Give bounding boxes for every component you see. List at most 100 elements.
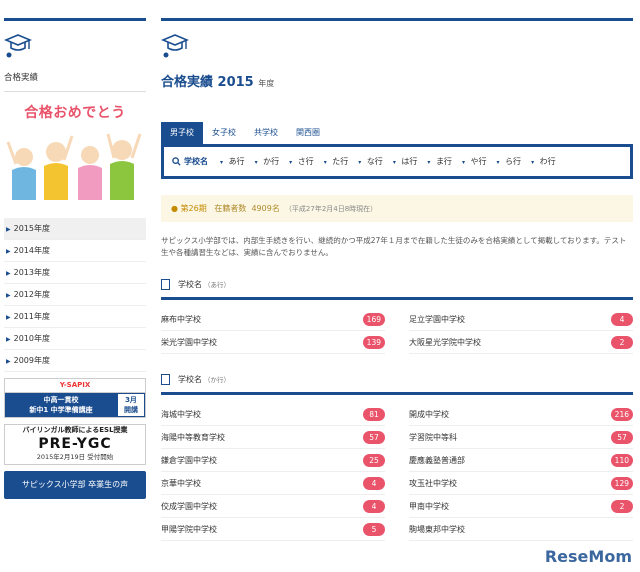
section-header: 学校名 （あ行） bbox=[161, 277, 633, 300]
kana-filter-wa[interactable]: ▾ わ行 bbox=[531, 156, 556, 167]
sidebar: 合格実績 合格おめでとう ▶ 2015年度 ▶ 2014年度 ▶ 2013年度 ▶ 20… bbox=[3, 21, 146, 499]
kana-filter-ka[interactable]: ▾ か行 bbox=[255, 156, 280, 167]
year-label: 2010年度 bbox=[13, 334, 50, 343]
school-name: 甲陽学院中学校 bbox=[161, 524, 217, 534]
school-row[interactable]: 開成中学校 216 bbox=[409, 403, 633, 426]
school-name: 佼成学園中学校 bbox=[161, 501, 217, 511]
ysapix-ad[interactable]: Y-SAPIX 中高一貫校 新中1 中学準備講座 3月 開講 bbox=[4, 378, 146, 418]
pass-count-badge: 4 bbox=[363, 499, 385, 513]
kana-label: ま行 bbox=[435, 157, 452, 166]
kana-label: ら行 bbox=[505, 157, 522, 166]
school-column-left: 麻布中学校 169 栄光学園中学校 139 bbox=[161, 308, 385, 354]
congratulations-banner[interactable]: 合格おめでとう bbox=[4, 102, 146, 212]
pass-count-badge: 4 bbox=[363, 476, 385, 490]
year-item-2014[interactable]: ▶ 2014年度 bbox=[4, 240, 146, 262]
banner-text: 合格おめでとう bbox=[24, 105, 126, 121]
chevron-down-icon: ▾ bbox=[392, 159, 396, 166]
kana-filter-ta[interactable]: ▾ た行 bbox=[324, 156, 349, 167]
school-grid: 海城中学校 81 海陽中等教育学校 57 鎌倉学園中学校 25 京華中学校 4 佼成学園中学校 4… bbox=[161, 403, 633, 541]
ad-line1: 中高一貫校 bbox=[43, 396, 79, 404]
tab-coed[interactable]: 共学校 bbox=[245, 122, 287, 144]
school-row[interactable]: 麻布中学校 169 bbox=[161, 308, 385, 331]
pre-ygc-ad[interactable]: バイリンガル教師によるESL授業 PRE-YGC 2015年2月19日 受付開始 bbox=[4, 424, 146, 465]
year-item-2012[interactable]: ▶ 2012年度 bbox=[4, 284, 146, 306]
chevron-down-icon: ▾ bbox=[531, 159, 535, 166]
search-label: 学校名 bbox=[172, 156, 208, 167]
year-item-2013[interactable]: ▶ 2013年度 bbox=[4, 262, 146, 284]
kana-label: さ行 bbox=[297, 157, 314, 166]
graduate-voices-button[interactable]: サピックス小学部 卒業生の声 bbox=[4, 471, 146, 499]
school-row[interactable]: 海城中学校 81 bbox=[161, 403, 385, 426]
school-name: 開成中学校 bbox=[409, 409, 449, 419]
ad2-logo: PRE-YGC bbox=[38, 436, 112, 452]
year-item-2010[interactable]: ▶ 2010年度 bbox=[4, 328, 146, 350]
section-header: 学校名 （か行） bbox=[161, 372, 633, 395]
pass-count-badge: 139 bbox=[362, 335, 385, 349]
year-label: 2009年度 bbox=[13, 356, 50, 365]
resemom-watermark: ReseMom bbox=[545, 547, 632, 566]
triangle-right-icon: ▶ bbox=[6, 336, 11, 343]
chevron-down-icon: ▾ bbox=[220, 159, 224, 166]
ad-badge-open: 開講 bbox=[124, 406, 138, 414]
triangle-right-icon: ▶ bbox=[6, 270, 11, 277]
school-name: 慶應義塾普通部 bbox=[409, 455, 465, 465]
school-row[interactable]: 佼成学園中学校 4 bbox=[161, 495, 385, 518]
sidebar-header: 合格実績 bbox=[3, 21, 146, 92]
year-item-2009[interactable]: ▶ 2009年度 bbox=[4, 350, 146, 372]
school-row[interactable]: 大阪星光学院中学校 2 bbox=[409, 331, 633, 354]
section-title: 学校名 bbox=[178, 279, 202, 289]
ad2-line1: バイリンガル教師によるESL授業 bbox=[22, 426, 128, 434]
school-name: 大阪星光学院中学校 bbox=[409, 337, 481, 347]
kana-filter-ya[interactable]: ▾ や行 bbox=[462, 156, 487, 167]
pass-count-badge: 57 bbox=[363, 430, 385, 444]
kana-filter-ra[interactable]: ▾ ら行 bbox=[497, 156, 522, 167]
section-subtitle: （あ行） bbox=[204, 281, 230, 289]
kana-label: わ行 bbox=[539, 157, 556, 166]
triangle-right-icon: ▶ bbox=[6, 248, 11, 255]
kana-filter-ma[interactable]: ▾ ま行 bbox=[427, 156, 452, 167]
school-name: 麻布中学校 bbox=[161, 314, 201, 324]
kana-filter-a[interactable]: ▾ あ行 bbox=[220, 156, 245, 167]
chevron-down-icon: ▾ bbox=[427, 159, 431, 166]
school-row[interactable]: 海陽中等教育学校 57 bbox=[161, 426, 385, 449]
school-row[interactable]: 学習院中等科 57 bbox=[409, 426, 633, 449]
description-text: サピックス小学部では、内部生手続きを行い、継続的かつ平成27年１月まで在籍した生… bbox=[161, 236, 627, 257]
tab-boys[interactable]: 男子校 bbox=[161, 122, 203, 144]
year-item-2011[interactable]: ▶ 2011年度 bbox=[4, 306, 146, 328]
search-label-text: 学校名 bbox=[184, 157, 208, 166]
search-icon bbox=[172, 157, 181, 166]
school-row[interactable]: 駒場東邦中学校 bbox=[409, 518, 633, 541]
school-row[interactable]: 甲陽学院中学校 5 bbox=[161, 518, 385, 541]
tab-kansai[interactable]: 関西圏 bbox=[287, 122, 329, 144]
year-label: 2015年度 bbox=[13, 224, 50, 233]
page-title-text: 合格実績 bbox=[161, 75, 214, 90]
kana-filter-ha[interactable]: ▾ は行 bbox=[393, 156, 418, 167]
school-row[interactable]: 慶應義塾普通部 110 bbox=[409, 449, 633, 472]
school-name: 京華中学校 bbox=[161, 478, 201, 488]
kana-filter-na[interactable]: ▾ な行 bbox=[358, 156, 383, 167]
pass-count-badge: 2 bbox=[611, 335, 633, 349]
school-row[interactable]: 足立学園中学校 4 bbox=[409, 308, 633, 331]
kana-filter-sa[interactable]: ▾ さ行 bbox=[289, 156, 314, 167]
school-grid: 麻布中学校 169 栄光学園中学校 139 足立学園中学校 4 大阪星光学院中学校 2 bbox=[161, 308, 633, 354]
main-header: 合格実績 2015 年度 bbox=[160, 21, 633, 90]
school-row[interactable]: 栄光学園中学校 139 bbox=[161, 331, 385, 354]
school-row[interactable]: 京華中学校 4 bbox=[161, 472, 385, 495]
chevron-down-icon: ▾ bbox=[496, 159, 500, 166]
ad-badge: 3月 開講 bbox=[117, 393, 145, 417]
school-row[interactable]: 鎌倉学園中学校 25 bbox=[161, 449, 385, 472]
year-item-2015[interactable]: ▶ 2015年度 bbox=[4, 218, 146, 240]
pass-count-badge: 110 bbox=[610, 453, 633, 467]
book-icon bbox=[161, 373, 170, 385]
tab-girls[interactable]: 女子校 bbox=[203, 122, 245, 144]
watermark-text: ReseMom bbox=[544, 547, 632, 566]
notice-label: 在籍者数 bbox=[214, 204, 247, 213]
school-row[interactable]: 甲南中学校 2 bbox=[409, 495, 633, 518]
school-name: 足立学園中学校 bbox=[409, 314, 465, 324]
info-icon: ● bbox=[171, 204, 178, 213]
graduation-cap-icon bbox=[3, 34, 33, 58]
school-column-left: 海城中学校 81 海陽中等教育学校 57 鎌倉学園中学校 25 京華中学校 4 佼成学園中学校 4… bbox=[161, 403, 385, 541]
notice-period: 第26期 bbox=[180, 204, 207, 213]
kana-label: あ行 bbox=[228, 157, 245, 166]
school-row[interactable]: 攻玉社中学校 129 bbox=[409, 472, 633, 495]
